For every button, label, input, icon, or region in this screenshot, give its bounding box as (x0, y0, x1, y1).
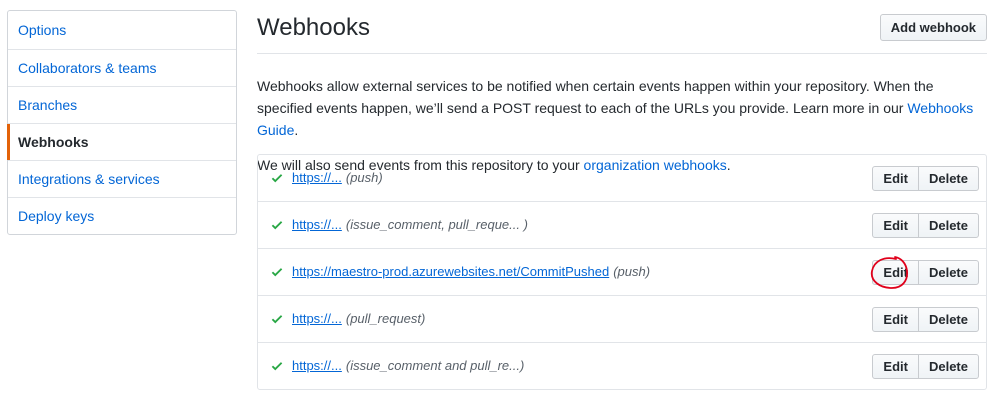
webhook-row: https://... (push) Edit Delete (258, 155, 986, 201)
webhook-url-link[interactable]: https://... (292, 358, 342, 373)
webhook-info: https://... (push) (292, 169, 383, 187)
sidebar-item-webhooks[interactable]: Webhooks (7, 123, 236, 160)
webhook-row: https://... (issue_comment, pull_reque...… (258, 201, 986, 248)
webhook-info: https://... (issue_comment and pull_re...… (292, 357, 524, 375)
webhook-url-link[interactable]: https://maestro-prod.azurewebsites.net/C… (292, 264, 609, 279)
webhooks-description: Webhooks allow external services to be n… (257, 75, 987, 141)
edit-webhook-button[interactable]: Edit (872, 260, 919, 285)
description-text: Webhooks allow external services to be n… (257, 78, 934, 116)
webhook-actions: Edit Delete (872, 354, 979, 379)
check-icon (271, 315, 283, 324)
webhook-url-link[interactable]: https://... (292, 311, 342, 326)
edit-webhook-button[interactable]: Edit (872, 166, 919, 191)
webhook-row: https://... (pull_request) Edit Delete (258, 295, 986, 342)
page: Options Collaborators & teams Branches W… (0, 0, 1002, 402)
check-icon (271, 268, 283, 277)
add-webhook-button[interactable]: Add webhook (879, 14, 987, 41)
edit-webhook-button[interactable]: Edit (872, 354, 919, 379)
webhooks-main: Webhooks Add webhook Webhooks allow exte… (257, 10, 987, 390)
sidebar-item-label: Branches (18, 97, 78, 113)
webhook-events: (issue_comment and pull_re...) (345, 358, 525, 373)
webhook-actions: Edit Delete (872, 166, 979, 191)
webhook-info: https://... (issue_comment, pull_reque...… (292, 216, 528, 234)
sidebar-item-label: Webhooks (18, 134, 89, 150)
webhook-row: https://maestro-prod.azurewebsites.net/C… (258, 248, 986, 295)
sidebar-item-integrations[interactable]: Integrations & services (8, 160, 236, 197)
delete-webhook-button[interactable]: Delete (917, 354, 979, 379)
delete-webhook-button[interactable]: Delete (917, 213, 979, 238)
sidebar-item-deploy-keys[interactable]: Deploy keys (8, 197, 236, 234)
check-icon (271, 174, 283, 183)
webhook-events: (push) (613, 264, 651, 279)
webhook-url-link[interactable]: https://... (292, 170, 342, 185)
webhook-row: https://... (issue_comment and pull_re...… (258, 342, 986, 389)
delete-webhook-button[interactable]: Delete (917, 307, 979, 332)
webhook-events: (pull_request) (345, 311, 426, 326)
delete-webhook-button[interactable]: Delete (917, 166, 979, 191)
sidebar-item-branches[interactable]: Branches (8, 86, 236, 123)
webhook-url-link[interactable]: https://... (292, 217, 342, 232)
webhook-events: (push) (345, 170, 383, 185)
edit-webhook-button[interactable]: Edit (872, 213, 919, 238)
check-icon (271, 362, 283, 371)
webhook-info: https://maestro-prod.azurewebsites.net/C… (292, 263, 650, 281)
check-icon (271, 221, 283, 230)
sidebar-item-options[interactable]: Options (8, 11, 236, 49)
webhook-events: (issue_comment, pull_reque... ) (345, 217, 528, 232)
webhook-info: https://... (pull_request) (292, 310, 425, 328)
sidebar-item-label: Integrations & services (18, 171, 160, 187)
page-header: Webhooks Add webhook (257, 10, 987, 54)
webhook-actions: Edit Delete (872, 260, 979, 285)
sidebar-item-label: Deploy keys (18, 208, 95, 224)
settings-sidebar: Options Collaborators & teams Branches W… (7, 10, 237, 235)
page-title: Webhooks (257, 14, 370, 41)
sidebar-item-label: Collaborators & teams (18, 60, 157, 76)
description-period: . (294, 122, 299, 138)
edit-webhook-button[interactable]: Edit (872, 307, 919, 332)
webhook-actions: Edit Delete (872, 307, 979, 332)
sidebar-item-label: Options (18, 22, 67, 38)
delete-webhook-button[interactable]: Delete (917, 260, 979, 285)
sidebar-item-collaborators[interactable]: Collaborators & teams (8, 49, 236, 86)
webhook-actions: Edit Delete (872, 213, 979, 238)
webhook-list: https://... (push) Edit Delete https://..… (257, 154, 987, 390)
